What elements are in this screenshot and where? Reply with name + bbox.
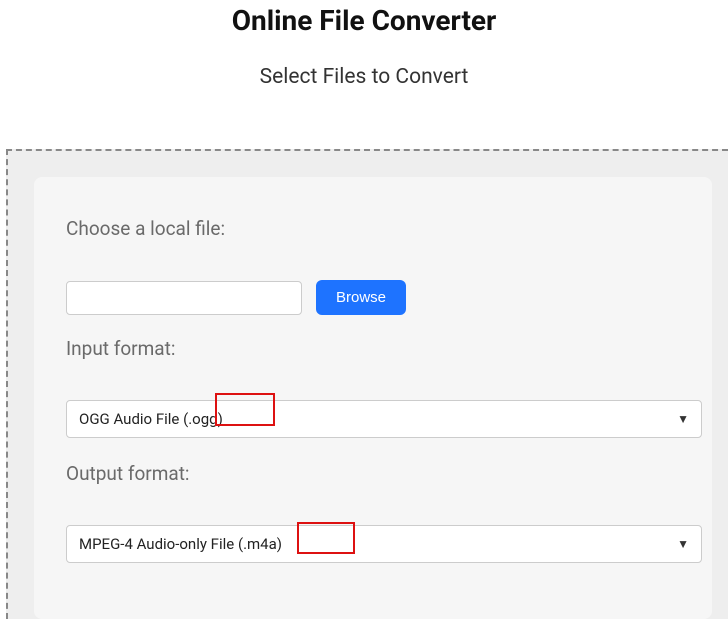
output-format-value: MPEG-4 Audio-only File (.m4a) [79, 535, 282, 553]
output-format-select[interactable]: MPEG-4 Audio-only File (.m4a) ▼ [66, 525, 702, 563]
input-format-label: Input format: [66, 337, 680, 360]
local-file-label: Choose a local file: [66, 217, 680, 240]
drop-zone: Choose a local file: Browse Input format… [6, 149, 728, 619]
file-path-input[interactable] [66, 281, 302, 315]
chevron-down-icon: ▼ [677, 412, 689, 426]
chevron-down-icon: ▼ [677, 537, 689, 551]
input-format-select[interactable]: OGG Audio File (.ogg) ▼ [66, 400, 702, 438]
output-format-label: Output format: [66, 462, 680, 485]
input-format-value: OGG Audio File (.ogg) [79, 410, 223, 428]
file-input-row: Browse [66, 280, 680, 315]
page-title: Online File Converter [0, 4, 728, 37]
page-subtitle: Select Files to Convert [0, 65, 728, 89]
converter-card: Choose a local file: Browse Input format… [34, 177, 712, 619]
browse-button[interactable]: Browse [316, 280, 406, 315]
